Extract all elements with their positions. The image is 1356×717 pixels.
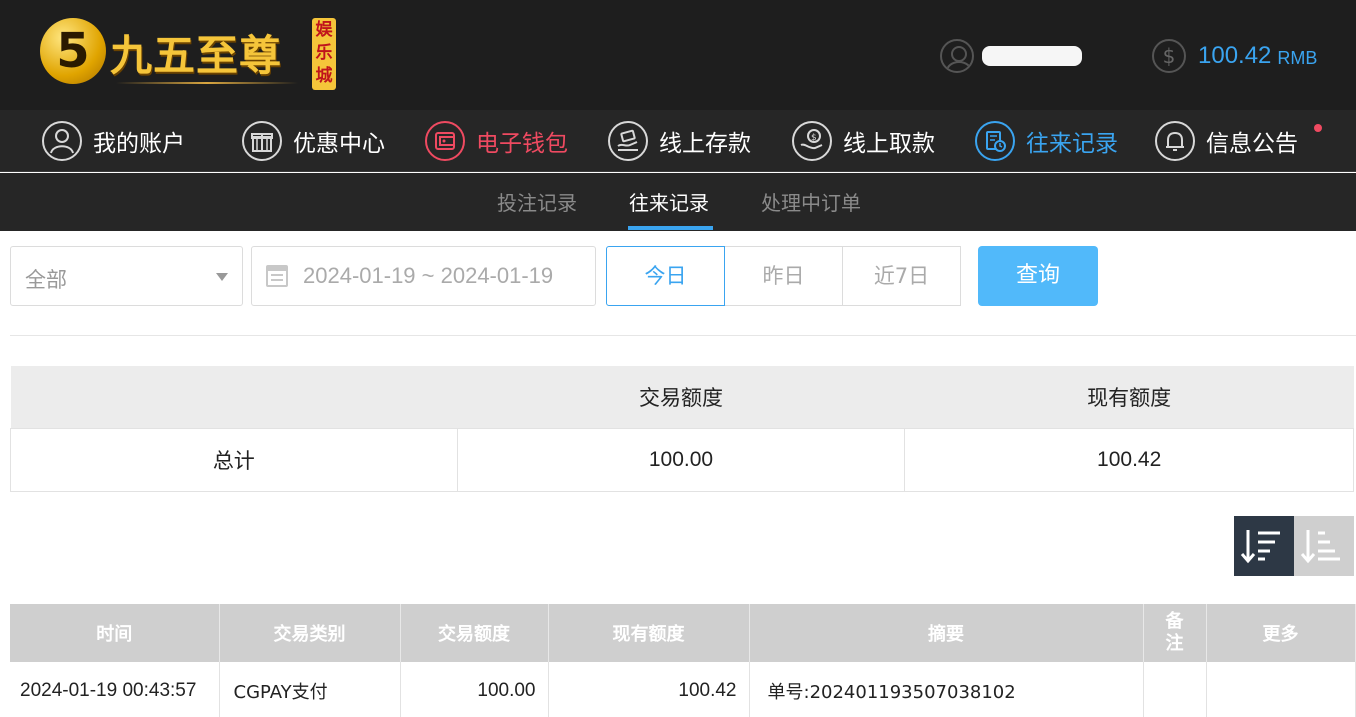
user-account[interactable]: [940, 38, 1082, 74]
divider: [10, 335, 1356, 336]
nav-label: 我的账户: [93, 131, 185, 157]
nav-e-wallet[interactable]: 电子钱包: [425, 120, 568, 162]
notification-dot: [1314, 124, 1322, 132]
nav-transaction-records[interactable]: 往来记录: [975, 120, 1118, 162]
logo-title: 九五至尊: [110, 31, 283, 80]
nav-label: 电子钱包: [476, 131, 568, 157]
summary-header-amount: 交易额度: [457, 366, 905, 428]
nav-label: 信息公告: [1206, 131, 1298, 157]
logo-divider: [116, 82, 298, 84]
date-range-picker[interactable]: 2024-01-19 ~ 2024-01-19: [251, 246, 596, 306]
sort-descending-button[interactable]: [1234, 516, 1294, 576]
active-tab-indicator: [628, 226, 713, 230]
username-redacted: [982, 46, 1082, 66]
svg-text:$: $: [811, 133, 817, 143]
cell-remark: [1143, 662, 1207, 717]
gift-icon: [242, 121, 282, 161]
main-nav: 我的账户 优惠中心 电子钱包 线上存款 $ 线上取款 往来记录 信息公告: [0, 110, 1356, 172]
cell-balance: 100.42: [548, 662, 750, 717]
cell-summary: 单号:202401193507038102: [749, 662, 1144, 717]
top-header: 5 九五至尊 娱乐城 $ 100.42 RMB: [0, 0, 1356, 110]
tab-transaction-records[interactable]: 往来记录: [629, 187, 709, 216]
summary-header-empty: [10, 366, 458, 428]
transactions-table: 时间 交易类别 交易额度 现有额度 摘要 备注 更多 2024-01-19 00…: [10, 604, 1356, 717]
tab-bet-records[interactable]: 投注记录: [497, 187, 577, 216]
column-header-more[interactable]: 更多: [1206, 604, 1356, 662]
column-header-amount[interactable]: 交易额度: [400, 604, 549, 662]
logo-badge: 娱乐城: [312, 18, 336, 90]
summary-total-balance: 100.42: [904, 427, 1354, 492]
nav-promotions[interactable]: 优惠中心: [242, 120, 385, 162]
nav-online-withdraw[interactable]: $ 线上取款: [792, 120, 935, 162]
wallet-icon: [425, 121, 465, 161]
summary-header-row: 交易额度 现有额度: [10, 366, 1354, 428]
table-row[interactable]: 2024-01-19 00:43:57 CGPAY支付 100.00 100.4…: [10, 662, 1356, 717]
summary-total-label: 总计: [10, 427, 458, 492]
nav-my-account[interactable]: 我的账户: [42, 120, 185, 162]
dollar-icon: $: [1152, 39, 1186, 73]
summary-total-amount: 100.00: [456, 427, 906, 492]
column-header-summary[interactable]: 摘要: [749, 604, 1144, 662]
calendar-icon: [266, 265, 288, 287]
tab-pending-orders[interactable]: 处理中订单: [761, 187, 861, 216]
column-header-remark[interactable]: 备注: [1143, 604, 1207, 662]
logo-mark: 5: [40, 18, 106, 84]
date-range-value: 2024-01-19 ~ 2024-01-19: [303, 263, 554, 288]
wallet-balance: $ 100.42 RMB: [1152, 38, 1317, 74]
yesterday-button[interactable]: 昨日: [724, 246, 843, 306]
balance-currency: RMB: [1277, 47, 1318, 68]
user-icon: [940, 39, 974, 73]
records-icon: [975, 121, 1015, 161]
withdraw-icon: $: [792, 121, 832, 161]
column-header-type[interactable]: 交易类别: [219, 604, 401, 662]
deposit-icon: [608, 121, 648, 161]
nav-label: 线上取款: [843, 131, 935, 157]
bell-icon: [1155, 121, 1195, 161]
type-select[interactable]: 全部: [10, 246, 243, 306]
sort-ascending-icon: [1300, 530, 1340, 564]
search-button[interactable]: 查询: [978, 246, 1098, 306]
cell-amount: 100.00: [400, 662, 549, 717]
summary-table: 交易额度 现有额度 总计 100.00 100.42: [10, 366, 1354, 492]
last-7-days-button[interactable]: 近7日: [842, 246, 961, 306]
nav-label: 线上存款: [659, 131, 751, 157]
summary-total-row: 总计 100.00 100.42: [10, 427, 1354, 492]
column-header-time[interactable]: 时间: [10, 604, 220, 662]
quick-range-buttons: 今日 昨日 近7日: [606, 246, 961, 306]
chevron-down-icon: [216, 273, 228, 281]
nav-label: 往来记录: [1026, 131, 1118, 157]
sort-ascending-button[interactable]: [1294, 516, 1354, 576]
summary-header-balance: 现有额度: [904, 366, 1354, 428]
sort-descending-icon: [1240, 530, 1280, 564]
nav-label: 优惠中心: [293, 131, 385, 157]
type-select-value: 全部: [25, 268, 67, 292]
sub-nav: 投注记录 往来记录 处理中订单: [0, 173, 1356, 231]
cell-more[interactable]: [1206, 662, 1356, 717]
site-logo[interactable]: 5 九五至尊 娱乐城: [40, 14, 340, 94]
user-icon: [42, 121, 82, 161]
nav-online-deposit[interactable]: 线上存款: [608, 120, 751, 162]
cell-time: 2024-01-19 00:43:57: [10, 662, 220, 717]
column-header-balance[interactable]: 现有额度: [548, 604, 750, 662]
nav-announcements[interactable]: 信息公告: [1155, 120, 1298, 162]
table-header-row: 时间 交易类别 交易额度 现有额度 摘要 备注 更多: [10, 604, 1356, 662]
today-button[interactable]: 今日: [606, 246, 725, 306]
cell-type: CGPAY支付: [219, 662, 401, 717]
balance-amount: 100.42: [1198, 42, 1272, 69]
